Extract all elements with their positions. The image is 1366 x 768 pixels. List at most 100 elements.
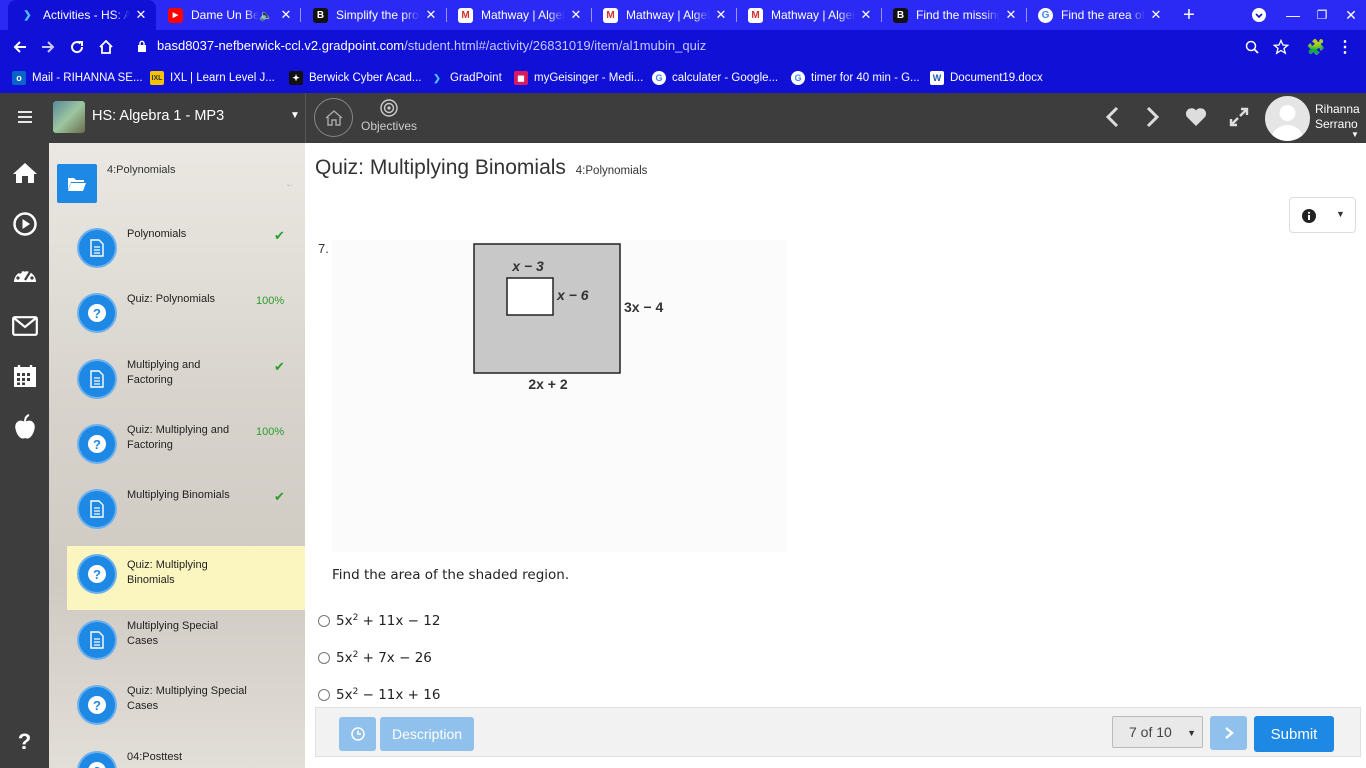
timer-button[interactable] (339, 717, 376, 751)
bookmark-calculator[interactable]: G calculater - Google... (652, 63, 778, 93)
browser-tab-8[interactable]: G Find the area of the ✕ (1026, 0, 1171, 30)
zoom-button[interactable] (1238, 30, 1266, 63)
checkmark-icon: ✔ (274, 228, 285, 243)
sidebar-item-posttest[interactable]: ? 04:Posttest (67, 737, 305, 768)
activity-sidebar: 4:Polynomials ← Polynomials ✔ ? Quiz: Po… (49, 143, 305, 768)
browser-tab-5[interactable]: M Mathway | Algebra ✕ (591, 0, 736, 30)
sidebar-item-multiplying-factoring[interactable]: Multiplying and Factoring ✔ (67, 345, 305, 409)
close-icon[interactable]: ✕ (565, 7, 587, 23)
close-icon[interactable]: ✕ (275, 7, 297, 23)
bookmark-label: Document19.docx (950, 72, 1043, 84)
collapse-arrow-icon[interactable]: ← (285, 179, 295, 190)
nav-activities[interactable] (0, 204, 49, 244)
chevron-right-icon (1146, 106, 1160, 128)
close-icon[interactable]: ✕ (130, 7, 152, 23)
home-button[interactable] (92, 30, 120, 63)
course-title[interactable]: HS: Algebra 1 - MP3 (92, 108, 224, 124)
browser-tab-2[interactable]: ▶ Dame Un Beso 🔈 ✕ (156, 0, 301, 30)
previous-button[interactable] (1099, 104, 1125, 130)
info-dropdown[interactable]: ▼ (1289, 197, 1356, 233)
bookmark-gradpoint[interactable]: ❯ GradPoint (430, 63, 502, 93)
new-tab-button[interactable]: + (1174, 0, 1204, 30)
more-vertical-icon: ⋮ (1337, 38, 1353, 56)
user-name[interactable]: Rihanna Serrano (1315, 102, 1360, 132)
bookmark-timer[interactable]: G timer for 40 min - G... (791, 63, 920, 93)
menu-button[interactable]: ⋮ (1331, 30, 1359, 63)
course-home-button[interactable] (314, 98, 353, 137)
folder-open-icon (68, 177, 86, 191)
google-icon: G (652, 71, 666, 85)
caret-down-icon[interactable]: ▼ (1351, 130, 1359, 139)
choice-term: 5x (336, 650, 353, 666)
radio-button[interactable] (318, 652, 330, 664)
expand-icon (1229, 107, 1249, 127)
objectives-button[interactable]: Objectives (360, 99, 418, 133)
bookmark-geisinger[interactable]: ◼ myGeisinger - Medi... (514, 63, 643, 93)
window-close-button[interactable]: ✕ (1336, 0, 1366, 30)
quiz-content: Quiz: Multiplying Binomials 4:Polynomial… (305, 143, 1366, 768)
bookmark-star-button[interactable] (1267, 30, 1295, 63)
next-question-button[interactable] (1210, 716, 1247, 750)
sidebar-item-multiplying-binomials[interactable]: Multiplying Binomials ✔ (67, 475, 305, 539)
restore-button[interactable]: ❐ (1307, 0, 1337, 30)
unit-folder-button[interactable] (57, 164, 97, 203)
radio-button[interactable] (318, 689, 330, 701)
objectives-label: Objectives (360, 119, 418, 133)
url-host: basd8037-nefberwick-ccl.v2.gradpoint.com (157, 38, 405, 53)
sidebar-item-quiz-polynomials[interactable]: ? Quiz: Polynomials 100% (67, 279, 305, 343)
bookmark-mail[interactable]: o Mail - RIHANNA SE... (12, 63, 143, 93)
minimize-button[interactable]: — (1278, 0, 1308, 30)
choice-term: 5x (336, 687, 353, 703)
speaker-icon[interactable]: 🔈 (259, 9, 273, 22)
sidebar-item-quiz-multiplying-special-cases[interactable]: ? Quiz: Multiplying Special Cases (67, 671, 305, 735)
browser-tab-1[interactable]: ❯ Activities - HS: Algebra ✕ (8, 0, 156, 30)
help-button[interactable]: ? (0, 722, 49, 762)
sidebar-item-multiplying-special-cases[interactable]: Multiplying Special Cases (67, 606, 305, 670)
choice-term: 5x (336, 613, 353, 629)
close-icon[interactable]: ✕ (420, 7, 442, 23)
choice-rest: + 7x − 26 (358, 650, 432, 666)
extensions-button[interactable]: 🧩 (1302, 30, 1330, 63)
reload-button[interactable] (63, 30, 91, 63)
answer-choice-b[interactable]: 5x 2 + 7x − 26 (318, 649, 432, 667)
tab-search-button[interactable] (1244, 0, 1274, 30)
avatar[interactable] (1265, 96, 1310, 141)
description-button[interactable]: Description (380, 717, 474, 751)
nav-calendar[interactable] (0, 356, 49, 396)
next-button[interactable] (1140, 104, 1166, 130)
browser-tab-4[interactable]: M Mathway | Algebra ✕ (446, 0, 591, 30)
answer-choice-a[interactable]: 5x 2 + 11x − 12 (318, 612, 440, 630)
user-icon (1271, 105, 1304, 141)
browser-tab-6[interactable]: M Mathway | Algebra ✕ (736, 0, 881, 30)
close-icon[interactable]: ✕ (1000, 7, 1022, 23)
favorite-button[interactable] (1183, 104, 1209, 130)
checkmark-icon: ✔ (274, 489, 285, 504)
sidebar-item-polynomials[interactable]: Polynomials ✔ (67, 214, 305, 278)
forward-button[interactable] (34, 30, 62, 63)
bookmark-document[interactable]: W Document19.docx (930, 63, 1043, 93)
back-button[interactable] (6, 30, 34, 63)
browser-tab-7[interactable]: B Find the missing ✕ (881, 0, 1026, 30)
submit-button[interactable]: Submit (1254, 716, 1334, 752)
geisinger-icon: ◼ (514, 71, 528, 85)
sidebar-item-quiz-multiplying-binomials[interactable]: ? Quiz: Multiplying Binomials (67, 546, 305, 610)
nav-dashboard[interactable] (0, 255, 49, 295)
caret-down-icon[interactable]: ▼ (290, 110, 300, 121)
close-icon[interactable]: ✕ (710, 7, 732, 23)
sidebar-item-quiz-multiplying-factoring[interactable]: ? Quiz: Multiplying and Factoring 100% (67, 410, 305, 474)
url-field[interactable]: basd8037-nefberwick-ccl.v2.gradpoint.com… (157, 38, 706, 53)
question-pager-select[interactable]: 7 of 10 ▼ (1112, 716, 1203, 748)
home-icon (12, 163, 37, 183)
bookmark-ixl[interactable]: IXL IXL | Learn Level J... (150, 63, 275, 93)
hamburger-button[interactable] (0, 97, 49, 137)
radio-button[interactable] (318, 615, 330, 627)
nav-messages[interactable] (0, 306, 49, 346)
nav-grades[interactable] (0, 407, 49, 447)
close-icon[interactable]: ✕ (855, 7, 877, 23)
fullscreen-button[interactable] (1226, 104, 1252, 130)
browser-tab-3[interactable]: B Simplify the product ✕ (301, 0, 446, 30)
answer-choice-c[interactable]: 5x 2 − 11x + 16 (318, 686, 440, 704)
nav-home[interactable] (0, 153, 49, 193)
bookmark-berwick[interactable]: ✦ Berwick Cyber Acad... (289, 63, 421, 93)
close-icon[interactable]: ✕ (1145, 7, 1167, 23)
